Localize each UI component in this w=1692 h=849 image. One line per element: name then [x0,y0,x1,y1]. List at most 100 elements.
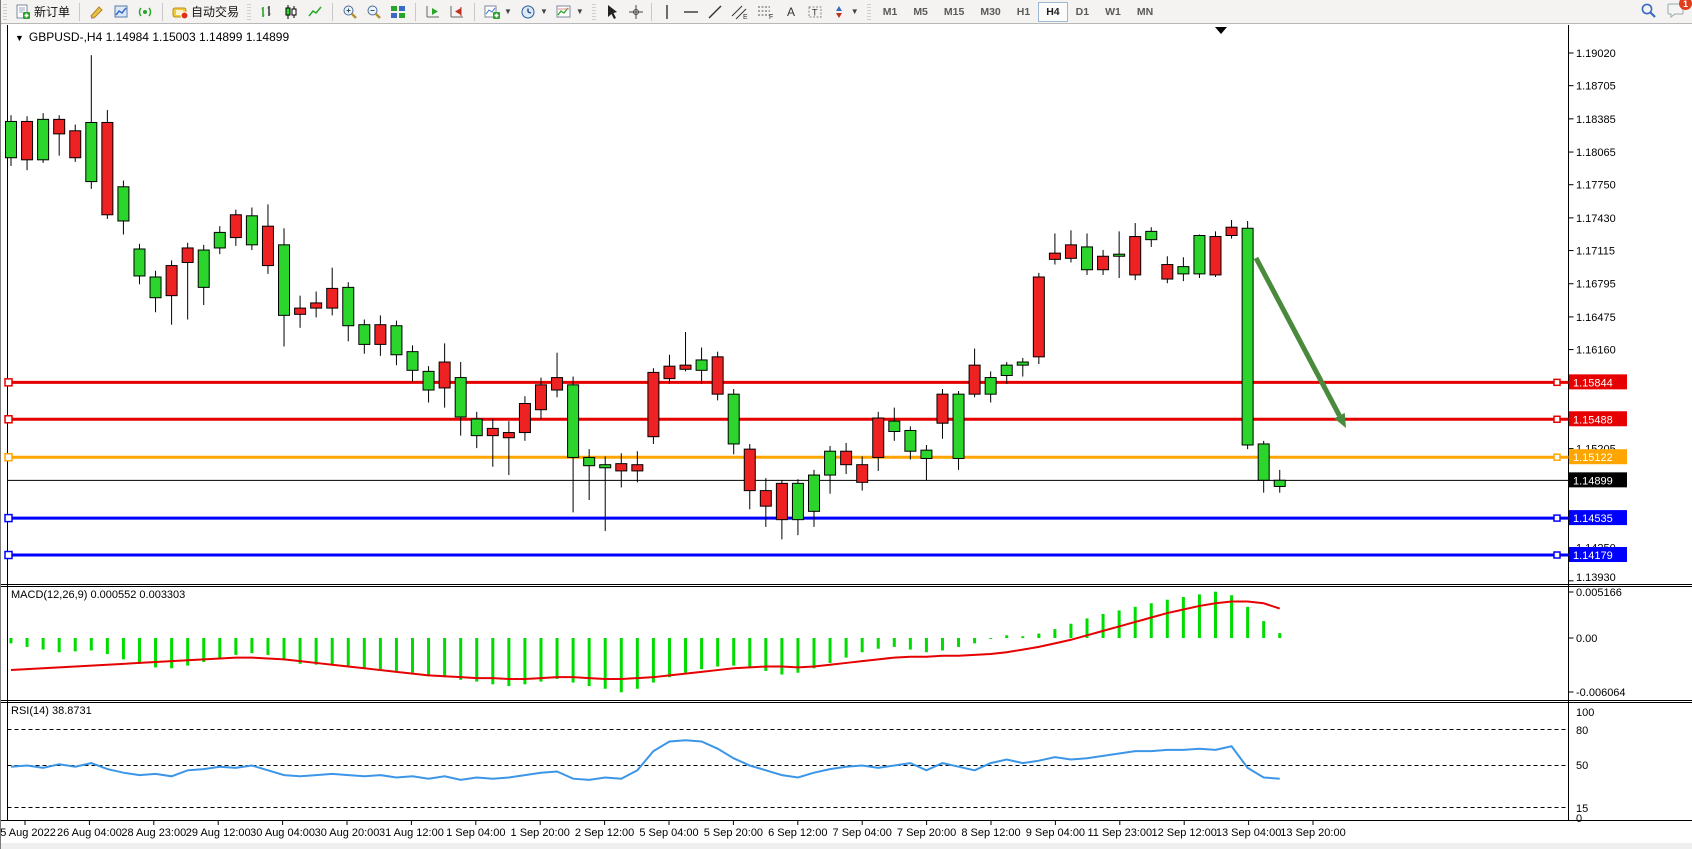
candle [616,464,627,471]
hline-114535[interactable]: 1.14535 [5,510,1627,525]
candle [985,378,996,395]
candle [889,421,900,431]
candle [1098,256,1109,269]
candle [70,131,81,158]
candle [1033,277,1044,357]
candle [1130,237,1141,275]
drawn-arrow-annotation[interactable] [1256,258,1346,428]
date-axis: 25 Aug 202226 Aug 04:0028 Aug 23:0029 Au… [1,820,1346,839]
line-anchor-handle [1554,416,1560,422]
price-line-badge: 1.15122 [1573,452,1613,464]
rsi-axis-label: 100 [1576,707,1594,719]
date-tick-label: 8 Sep 12:00 [961,827,1020,839]
macd-panel: 0.0051660.00-0.006064 [11,587,1626,699]
price-tick-label: 1.18705 [1576,81,1616,93]
candle [1049,253,1060,259]
candle [54,119,65,134]
date-tick-label: 6 Sep 12:00 [768,827,827,839]
candle [600,465,611,468]
rsi-indicator-label: RSI(14) 38.8731 [11,705,92,717]
candle [102,122,113,214]
candle [150,277,161,298]
line-anchor-handle [5,454,12,461]
rsi-axis-label: 0 [1576,813,1582,825]
candle [1146,231,1157,239]
line-anchor-handle [1554,552,1560,558]
date-tick-label: 11 Sep 23:00 [1087,827,1152,839]
price-tick-label: 1.17750 [1576,180,1616,192]
price-line-badge: 1.14179 [1573,550,1613,562]
candle [86,122,97,181]
price-line-badge: 1.14535 [1573,513,1613,525]
candle [519,404,530,433]
candle [921,450,932,458]
candle [246,216,257,245]
candle [1114,254,1125,256]
candle [1065,245,1076,258]
rsi-axis-label: 50 [1576,760,1588,772]
candle [439,362,450,388]
date-tick-label: 30 Aug 20:00 [315,827,380,839]
candle [1162,265,1173,280]
candle [22,121,33,159]
rsi-axis-label: 80 [1576,725,1588,737]
candle [712,357,723,394]
mt4-terminal-window: 新订单 自动交易 [0,0,1692,849]
candle [407,352,418,371]
hline-114179[interactable]: 1.14179 [5,547,1627,562]
candle [648,372,659,436]
price-tick-label: 1.17115 [1576,246,1615,258]
date-tick-label: 25 Aug 2022 [1,827,56,839]
date-tick-label: 7 Sep 04:00 [833,827,892,839]
line-anchor-handle [1554,515,1560,521]
hline-115488[interactable]: 1.15488 [5,411,1627,426]
date-tick-label: 7 Sep 20:00 [897,827,956,839]
candle [471,419,482,436]
candle [584,457,595,465]
line-anchor-handle [5,515,12,522]
candle [375,325,386,345]
candle [1274,480,1285,486]
candle [905,430,916,451]
candle [1178,267,1189,274]
candle [118,187,129,221]
candle [1258,444,1269,480]
candle [953,394,964,458]
candle [696,360,707,370]
candle [295,308,306,314]
date-tick-label: 26 Aug 04:00 [57,827,122,839]
price-tick-label: 1.19020 [1576,48,1616,60]
candle [937,394,948,423]
candle [969,365,980,394]
line-anchor-handle [1554,379,1560,385]
line-anchor-handle [1554,454,1560,460]
date-tick-label: 1 Sep 20:00 [511,827,570,839]
hline-115844[interactable]: 1.15844 [5,374,1627,389]
candle [503,433,514,438]
candle [391,326,402,355]
candle [744,449,755,490]
candle [166,266,177,296]
date-tick-label: 1 Sep 04:00 [446,827,505,839]
chart-dropdown-icon[interactable]: ▼ [15,33,24,43]
chart-shift-marker[interactable] [1215,27,1227,34]
candle [6,121,17,157]
date-tick-label: 2 Sep 12:00 [575,827,634,839]
candle [1226,227,1237,235]
price-tick-label: 1.16160 [1576,345,1616,357]
candle [760,491,771,507]
candle [311,303,322,308]
macd-axis-label: 0.005166 [1576,587,1622,599]
candle [214,232,225,248]
chart-frame [1,25,1692,821]
candle [776,483,787,519]
candle [1001,365,1012,375]
hline-115122[interactable]: 1.15122 [5,449,1627,464]
candle [279,245,290,316]
date-tick-label: 5 Sep 04:00 [639,827,698,839]
symbol-title: ▼GBPUSD-,H4 1.14984 1.15003 1.14899 1.14… [15,30,289,44]
candle [262,226,273,265]
macd-axis-label: 0.00 [1576,633,1597,645]
price-tick-label: 1.16795 [1576,279,1616,291]
candle [809,475,820,511]
